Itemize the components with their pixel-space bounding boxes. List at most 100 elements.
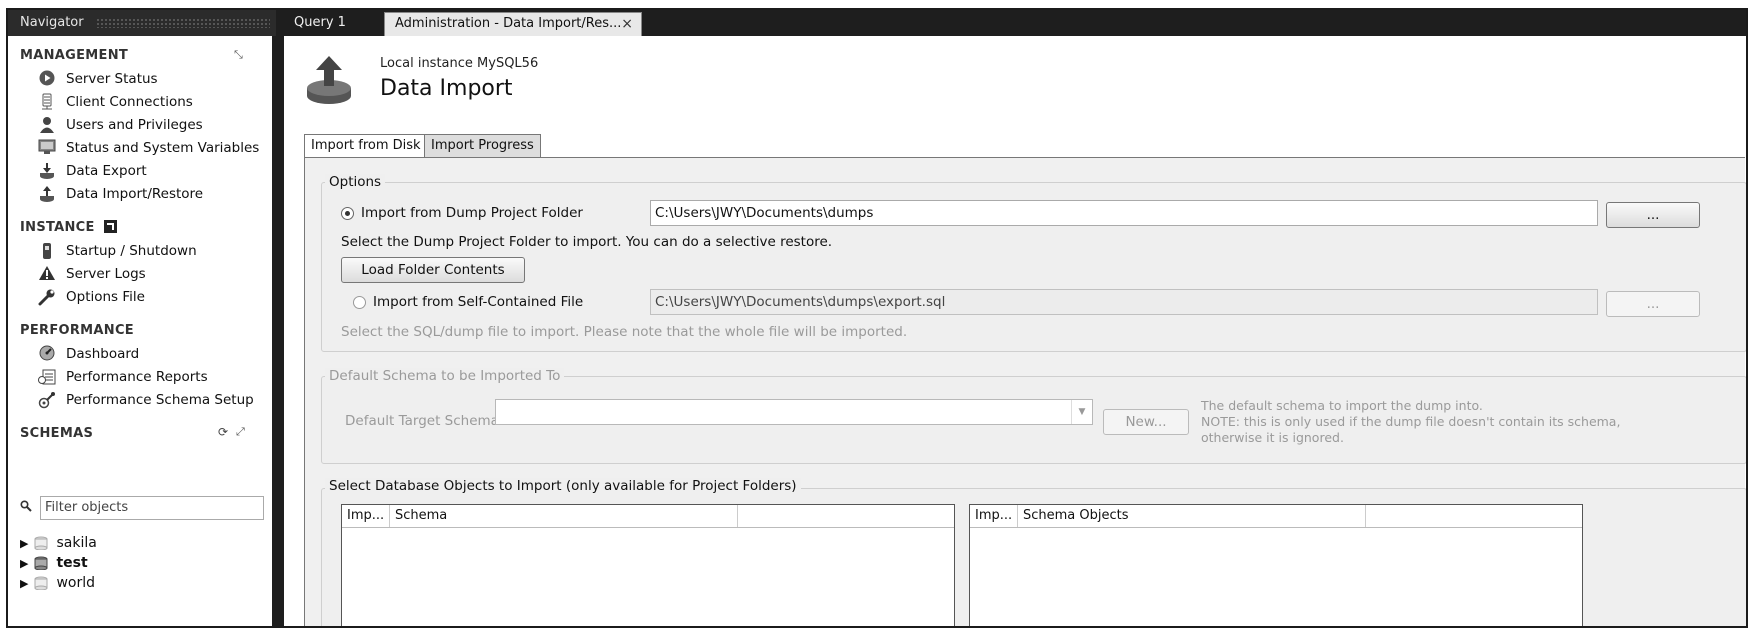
sidebar-item-users-and-privileges[interactable]: Users and Privileges [38, 114, 203, 136]
load-folder-contents-button[interactable]: Load Folder Contents [341, 257, 525, 283]
sidebar-item-client-connections[interactable]: Client Connections [38, 91, 193, 113]
chevron-down-icon[interactable]: ▼ [1071, 400, 1092, 424]
sidebar-item-label: Performance Schema Setup [66, 392, 254, 408]
sidebar-item-server-logs[interactable]: Server Logs [38, 263, 146, 285]
wrench-icon [38, 288, 56, 306]
column-header-import[interactable]: Imp... [342, 505, 390, 527]
default-schema-group-title: Default Schema to be Imported To [325, 368, 565, 384]
expand-arrow-icon[interactable]: ▶ [20, 537, 28, 550]
close-icon[interactable]: × [621, 13, 633, 35]
refresh-icon[interactable]: ⟳ [218, 425, 228, 439]
sidebar-item-performance-reports[interactable]: Performance Reports [38, 366, 208, 388]
filter-placeholder: Filter objects [45, 500, 129, 515]
section-title-management: MANAGEMENT [20, 48, 129, 63]
default-schema-note-line1: The default schema to import the dump in… [1201, 398, 1483, 413]
section-title-instance-text: INSTANCE [20, 220, 95, 235]
self-contained-file-path-input[interactable]: C:\Users\JWY\Documents\dumps\export.sql [650, 289, 1598, 315]
filter-objects-input[interactable]: Filter objects [40, 496, 264, 520]
tab-label: Query 1 [294, 15, 346, 30]
export-icon [38, 162, 56, 180]
tab-import-progress[interactable]: Import Progress [424, 134, 541, 158]
workbench-window: Navigator Query 1 Administration - Data … [6, 8, 1748, 628]
navigator-header: Navigator [8, 10, 276, 36]
navigator-sidebar: MANAGEMENT ⤡ Server Status Client Connec… [8, 36, 272, 626]
dashboard-icon [38, 345, 56, 363]
new-schema-button[interactable]: New... [1103, 409, 1189, 435]
sidebar-item-label: Dashboard [66, 346, 140, 362]
dump-folder-hint: Select the Dump Project Folder to import… [341, 234, 833, 250]
reports-icon [38, 368, 56, 386]
warning-icon [38, 265, 56, 283]
sidebar-item-label: Client Connections [66, 94, 193, 110]
sidebar-item-data-export[interactable]: Data Export [38, 160, 147, 182]
default-schema-note-line2: NOTE: this is only used if the dump file… [1201, 414, 1621, 429]
top-bar: Navigator Query 1 Administration - Data … [8, 10, 1746, 36]
play-circle-icon [38, 70, 56, 88]
dump-folder-label: Import from Dump Project Folder [361, 205, 583, 221]
monitor-icon [38, 139, 56, 157]
default-schema-note-line3: otherwise it is ignored. [1201, 430, 1344, 445]
import-icon [38, 185, 56, 203]
tab-import-from-disk[interactable]: Import from Disk [304, 134, 428, 158]
sidebar-item-label: Status and System Variables [66, 140, 260, 156]
sidebar-item-label: Users and Privileges [66, 117, 203, 133]
sidebar-item-performance-schema-setup[interactable]: Performance Schema Setup [38, 389, 254, 411]
client-connections-icon [38, 93, 56, 111]
database-icon [34, 576, 48, 590]
database-icon [34, 536, 48, 550]
tab-query-1[interactable]: Query 1 [284, 12, 356, 36]
schema-item-sakila[interactable]: ▶ sakila [20, 533, 97, 553]
instance-status-icon [103, 220, 117, 233]
dump-folder-radio[interactable] [341, 207, 354, 220]
self-contained-file-radio[interactable] [353, 296, 366, 309]
expand-icon[interactable]: ⤢ [236, 425, 245, 439]
sidebar-item-status-and-system-variables[interactable]: Status and System Variables [38, 137, 259, 159]
column-header-schema-objects[interactable]: Schema Objects [1018, 505, 1366, 527]
sidebar-item-dashboard[interactable]: Dashboard [38, 343, 139, 365]
navigator-title: Navigator [20, 15, 84, 30]
sidebar-item-options-file[interactable]: Options File [38, 286, 145, 308]
sidebar-item-label: Startup / Shutdown [66, 243, 197, 259]
schema-list-table[interactable]: Imp... Schema [341, 504, 955, 626]
section-title-instance: INSTANCE [20, 220, 117, 235]
schema-name: sakila [56, 535, 97, 551]
startup-icon [38, 242, 56, 260]
sidebar-item-data-import-restore[interactable]: Data Import/Restore [38, 183, 203, 205]
schema-item-world[interactable]: ▶ world [20, 573, 95, 593]
search-icon [20, 500, 32, 516]
column-header-import[interactable]: Imp... [970, 505, 1018, 527]
schema-name: test [56, 555, 88, 571]
user-icon [38, 116, 56, 134]
database-icon [34, 556, 48, 570]
collapse-icon[interactable]: ⤡ [234, 48, 243, 62]
self-contained-file-label: Import from Self-Contained File [373, 294, 584, 310]
expand-arrow-icon[interactable]: ▶ [20, 557, 28, 570]
data-import-icon [304, 54, 354, 110]
default-target-schema-label: Default Target Schema: [345, 413, 504, 429]
database-objects-group-title: Select Database Objects to Import (only … [325, 478, 801, 494]
tab-administration-data-import[interactable]: Administration - Data Import/Res... × [384, 12, 642, 36]
sidebar-item-label: Data Export [66, 163, 147, 179]
default-target-schema-select[interactable]: ▼ [495, 399, 1093, 425]
dump-folder-path-input[interactable]: C:\Users\JWY\Documents\dumps [650, 200, 1598, 226]
tab-label: Administration - Data Import/Res... [395, 16, 622, 31]
sidebar-item-label: Performance Reports [66, 369, 208, 385]
sidebar-item-label: Server Logs [66, 266, 146, 282]
browse-folder-button[interactable]: ... [1606, 202, 1700, 228]
options-group-title: Options [325, 174, 386, 190]
table-header: Imp... Schema [342, 505, 954, 528]
sidebar-splitter[interactable] [272, 36, 284, 626]
schema-objects-table[interactable]: Imp... Schema Objects [969, 504, 1583, 626]
column-header-schema[interactable]: Schema [390, 505, 738, 527]
browse-file-button[interactable]: ... [1606, 291, 1700, 317]
sidebar-item-server-status[interactable]: Server Status [38, 68, 158, 90]
expand-arrow-icon[interactable]: ▶ [20, 577, 28, 590]
schema-name: world [56, 575, 96, 591]
schema-item-test[interactable]: ▶ test [20, 553, 88, 573]
sidebar-item-startup-shutdown[interactable]: Startup / Shutdown [38, 240, 197, 262]
main-panel: Local instance MySQL56 Data Import Impor… [284, 36, 1746, 626]
instance-name: Local instance MySQL56 [380, 56, 539, 71]
tab-content: Options Import from Dump Project Folder … [304, 157, 1746, 626]
drag-grip[interactable] [96, 18, 270, 28]
section-title-performance: PERFORMANCE [20, 323, 134, 338]
